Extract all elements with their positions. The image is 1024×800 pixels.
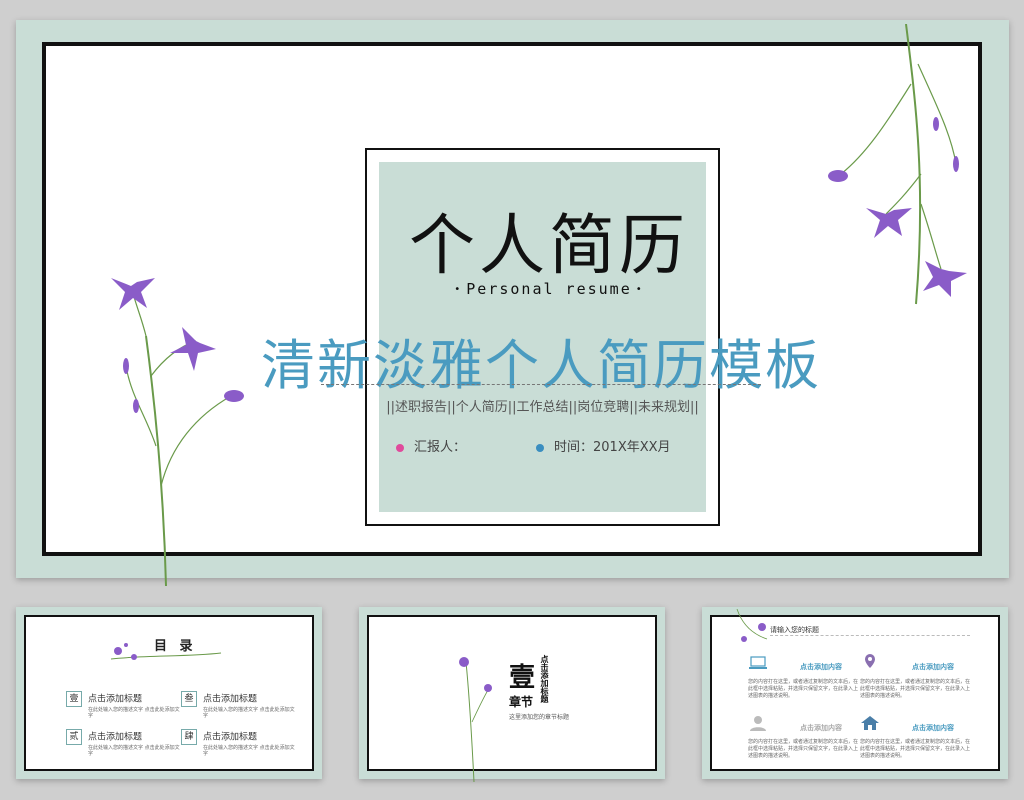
content-block-label[interactable]: 点击添加内容 — [912, 723, 954, 733]
main-slide-frame: 个人简历 Personal resume 清新淡雅个人简历模板 ||述职报告||… — [42, 24, 982, 586]
laptop-icon — [749, 656, 767, 669]
title-divider — [321, 384, 761, 385]
thumbnail-frame: 请输入您的标题 点击添加内容 您的内容打在这里，或者通过复制您的文本后，在此框中… — [710, 609, 1000, 771]
toc-number: 叁 — [181, 691, 197, 707]
content-block-text: 您的内容打在这里，或者通过复制您的文本后，在此框中选择粘贴，并选择只保留文字，在… — [860, 679, 971, 699]
toc-description: 在此处输入您的描述文字 点击此处添加文字 — [203, 707, 295, 719]
content-block-label[interactable]: 点击添加内容 — [912, 662, 954, 672]
chapter-subtitle: 这里添加您的章节标题 — [509, 714, 570, 721]
thumbnail-slide-toc[interactable]: 目 录 壹点击添加标题 在此处输入您的描述文字 点击此处添加文字 叁点击添加标题… — [16, 607, 322, 779]
chapter-number: 壹 — [509, 663, 536, 693]
thumbnail-slide-content[interactable]: 请输入您的标题 点击添加内容 您的内容打在这里，或者通过复制您的文本后，在此框中… — [702, 607, 1008, 779]
flower-right-illustration — [828, 24, 967, 305]
toc-description: 在此处输入您的描述文字 点击此处添加文字 — [203, 745, 295, 757]
subtitle-categories: ||述职报告||个人简历||工作总结||岗位竞聘||未来规划|| — [386, 400, 699, 415]
toc-item[interactable]: 叁点击添加标题 在此处输入您的描述文字 点击此处添加文字 — [181, 691, 299, 719]
toc-number: 壹 — [66, 691, 82, 707]
toc-label: 点击添加标题 — [88, 694, 143, 705]
flower-corner-illustration — [736, 609, 768, 642]
toc-label: 点击添加标题 — [203, 732, 258, 743]
toc-description: 在此处输入您的描述文字 点击此处添加文字 — [88, 745, 180, 757]
content-block-label[interactable]: 点击添加内容 — [800, 723, 842, 733]
chapter-label: 章节 — [509, 695, 534, 709]
content-header: 请输入您的标题 — [770, 626, 819, 634]
logo-title-chinese: 个人简历 — [409, 207, 689, 284]
toc-description: 在此处输入您的描述文字 点击此处添加文字 — [88, 707, 180, 719]
pink-bullet-icon — [396, 443, 404, 452]
thumbnail-slide-chapter[interactable]: 壹 点击添加标题 章节 这里添加您的章节标题 — [359, 607, 665, 782]
toc-item[interactable]: 肆点击添加标题 在此处输入您的描述文字 点击此处添加文字 — [181, 729, 299, 757]
content-block-text: 您的内容打在这里，或者通过复制您的文本后，在此框中选择粘贴，并选择只保留文字，在… — [860, 739, 971, 759]
chapter-vertical-title: 点击添加标题 — [540, 655, 549, 703]
blue-bullet-icon — [536, 443, 544, 452]
reporter-label: 汇报人： — [414, 440, 467, 455]
toc-label: 点击添加标题 — [203, 694, 258, 705]
toc-number: 肆 — [181, 729, 197, 745]
header-divider — [770, 635, 970, 636]
time-label: 时间：201X年XX月 — [554, 440, 671, 455]
reporter-field: 汇报人： — [396, 436, 466, 455]
thumbnail-frame: 壹 点击添加标题 章节 这里添加您的章节标题 — [367, 615, 657, 782]
toc-item[interactable]: 贰点击添加标题 在此处输入您的描述文字 点击此处添加文字 — [66, 729, 184, 757]
page-title: 清新淡雅个人简历模板 — [261, 334, 821, 397]
main-slide[interactable]: 个人简历 Personal resume 清新淡雅个人简历模板 ||述职报告||… — [16, 20, 1009, 586]
content-block-text: 您的内容打在这里，或者通过复制您的文本后，在此框中选择粘贴，并选择只保留文字，在… — [748, 679, 859, 699]
toc-label: 点击添加标题 — [88, 732, 143, 743]
content-block-text: 您的内容打在这里，或者通过复制您的文本后，在此框中选择粘贴，并选择只保留文字，在… — [748, 739, 859, 759]
location-pin-icon — [865, 654, 875, 668]
toc-title: 目 录 — [154, 639, 197, 654]
house-icon — [861, 716, 879, 730]
flower-stem-illustration — [459, 657, 492, 782]
content-block-label[interactable]: 点击添加内容 — [800, 662, 842, 672]
flower-left-illustration — [111, 278, 244, 586]
toc-number: 贰 — [66, 729, 82, 745]
time-field: 时间：201X年XX月 — [536, 436, 671, 455]
user-icon — [750, 716, 766, 731]
toc-item[interactable]: 壹点击添加标题 在此处输入您的描述文字 点击此处添加文字 — [66, 691, 184, 719]
logo-title-english: Personal resume — [439, 280, 659, 298]
thumbnail-frame: 目 录 壹点击添加标题 在此处输入您的描述文字 点击此处添加文字 叁点击添加标题… — [24, 615, 314, 771]
